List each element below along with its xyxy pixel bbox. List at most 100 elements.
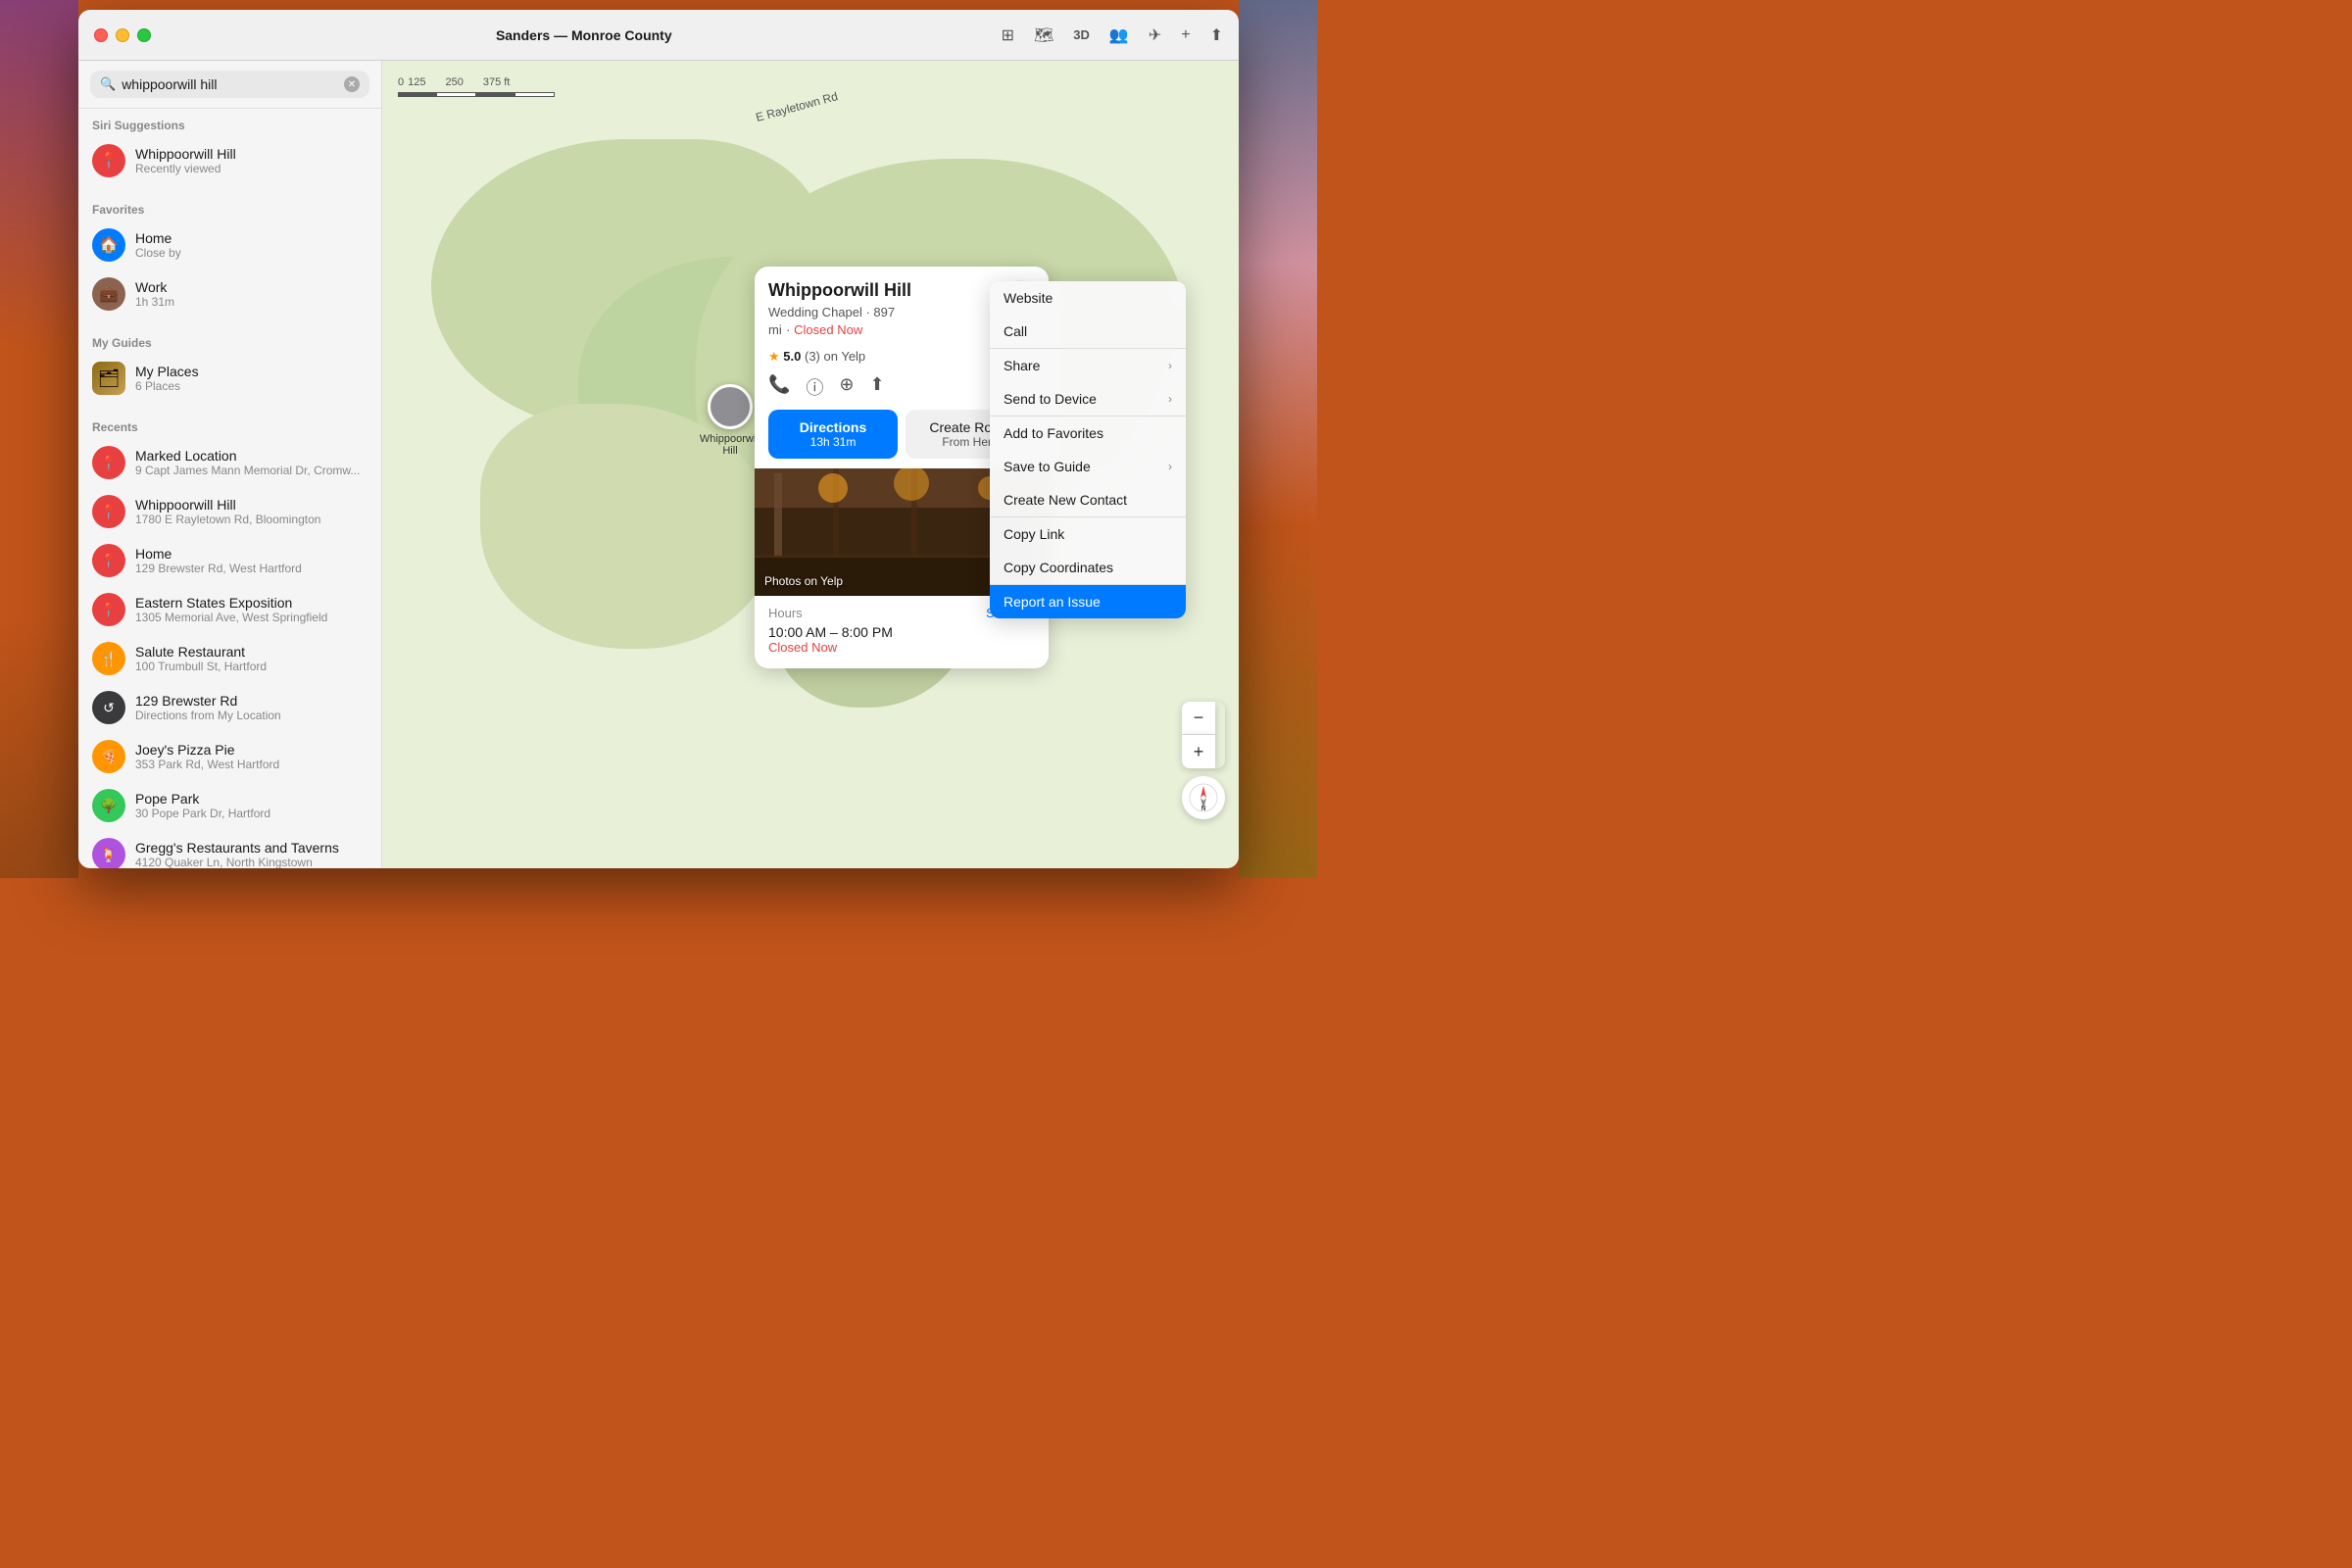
- menu-item-new-contact[interactable]: Create New Contact: [990, 483, 1186, 516]
- menu-label-share: Share: [1004, 358, 1040, 373]
- menu-item-copy-link[interactable]: Copy Link: [990, 517, 1186, 551]
- item-text: My Places 6 Places: [135, 364, 368, 393]
- map-area[interactable]: 0 125 250 375 ft E Rayletown Rd: [382, 61, 1239, 868]
- item-icon-pin: 📍: [92, 544, 125, 577]
- close-button[interactable]: [94, 28, 108, 42]
- rating-source: on Yelp: [824, 349, 866, 364]
- minimize-button[interactable]: [116, 28, 129, 42]
- item-sub: Recently viewed: [135, 162, 368, 175]
- item-icon-places: 🗂: [92, 362, 125, 395]
- list-item[interactable]: 🍕 Joey's Pizza Pie 353 Park Rd, West Har…: [78, 732, 381, 781]
- list-item[interactable]: 🏠 Home Close by: [78, 220, 381, 270]
- item-name: Gregg's Restaurants and Taverns: [135, 840, 368, 856]
- item-sub: 1305 Memorial Ave, West Springfield: [135, 611, 368, 624]
- list-item[interactable]: 🌳 Pope Park 30 Pope Park Dr, Hartford: [78, 781, 381, 830]
- share-action-icon[interactable]: ⬆: [870, 374, 885, 400]
- item-text: Salute Restaurant 100 Trumbull St, Hartf…: [135, 644, 368, 673]
- item-icon-work: 💼: [92, 277, 125, 311]
- menu-item-copy-coordinates[interactable]: Copy Coordinates: [990, 551, 1186, 584]
- rating-count: (3): [805, 349, 820, 364]
- map-controls: − + N: [1182, 702, 1225, 819]
- guide-arrow-icon: ›: [1168, 460, 1172, 473]
- item-name: My Places: [135, 364, 368, 379]
- maximize-button[interactable]: [137, 28, 151, 42]
- scale-seg-3: [476, 92, 514, 97]
- zoom-controls: − +: [1182, 702, 1225, 768]
- item-name: Work: [135, 279, 368, 295]
- favorites-label: Favorites: [78, 193, 381, 220]
- item-icon-route: ↺: [92, 691, 125, 724]
- list-item[interactable]: 📍 Whippoorwill Hill Recently viewed: [78, 136, 381, 185]
- item-icon-restaurant: 🍹: [92, 838, 125, 868]
- directions-content: Directions 13h 31m: [800, 419, 866, 449]
- people-icon[interactable]: 👥: [1109, 25, 1129, 45]
- list-item[interactable]: 📍 Eastern States Exposition 1305 Memoria…: [78, 585, 381, 634]
- info-icon[interactable]: ⓘ: [806, 374, 823, 400]
- scale-125: 125: [408, 76, 425, 88]
- zoom-in-button[interactable]: +: [1182, 735, 1215, 768]
- menu-label-website: Website: [1004, 290, 1053, 306]
- map-background: 0 125 250 375 ft E Rayletown Rd: [382, 61, 1239, 868]
- item-text: Home 129 Brewster Rd, West Hartford: [135, 546, 368, 575]
- item-text: Eastern States Exposition 1305 Memorial …: [135, 595, 368, 624]
- menu-item-call[interactable]: Call: [990, 315, 1186, 348]
- search-input[interactable]: [122, 76, 338, 92]
- scale-bar: 0 125 250 375 ft: [398, 76, 555, 97]
- item-sub: 9 Capt James Mann Memorial Dr, Cromw...: [135, 464, 368, 477]
- 3d-button[interactable]: 3D: [1073, 27, 1090, 42]
- clear-button[interactable]: ✕: [344, 76, 360, 92]
- zoom-out-button[interactable]: −: [1182, 702, 1215, 735]
- list-item[interactable]: 📍 Home 129 Brewster Rd, West Hartford: [78, 536, 381, 585]
- menu-label-copy-coords: Copy Coordinates: [1004, 560, 1113, 575]
- add-icon[interactable]: ⊕: [839, 374, 854, 400]
- photo-label: Photos on Yelp: [764, 574, 843, 588]
- list-item[interactable]: 📍 Marked Location 9 Capt James Mann Memo…: [78, 438, 381, 487]
- list-item[interactable]: 🗂 My Places 6 Places: [78, 354, 381, 403]
- menu-label-copy-link: Copy Link: [1004, 526, 1064, 542]
- menu-label-send: Send to Device: [1004, 391, 1097, 407]
- search-box: 🔍 ✕: [90, 71, 369, 98]
- list-item[interactable]: 🍹 Gregg's Restaurants and Taverns 4120 Q…: [78, 830, 381, 868]
- item-name: Marked Location: [135, 448, 368, 464]
- item-name: Salute Restaurant: [135, 644, 368, 660]
- context-menu: Website Call Share › Send to Device ›: [990, 281, 1186, 618]
- item-sub: 1h 31m: [135, 295, 368, 309]
- list-item[interactable]: ↺ 129 Brewster Rd Directions from My Loc…: [78, 683, 381, 732]
- list-item[interactable]: 📍 Whippoorwill Hill 1780 E Rayletown Rd,…: [78, 487, 381, 536]
- compass-button[interactable]: N: [1182, 776, 1225, 819]
- place-type: Wedding Chapel · 897: [768, 305, 895, 319]
- item-sub: 4120 Quaker Ln, North Kingstown: [135, 856, 368, 868]
- call-icon[interactable]: 📞: [768, 374, 790, 400]
- directions-button[interactable]: Directions 13h 31m: [768, 410, 898, 459]
- item-name: Whippoorwill Hill: [135, 146, 368, 162]
- titlebar: Sanders — Monroe County ⊞ 🗺 3D 👥 ✈ + ⬆: [78, 10, 1239, 61]
- hours-label: Hours: [768, 606, 803, 620]
- menu-item-share[interactable]: Share ›: [990, 349, 1186, 382]
- star-icon: ★: [768, 349, 780, 364]
- menu-item-website[interactable]: Website: [990, 281, 1186, 315]
- menu-item-send-device[interactable]: Send to Device ›: [990, 382, 1186, 416]
- list-item[interactable]: 🍴 Salute Restaurant 100 Trumbull St, Har…: [78, 634, 381, 683]
- search-area: 🔍 ✕: [78, 61, 381, 109]
- sidebar-toggle-icon[interactable]: ⊞: [1002, 25, 1014, 45]
- item-name: Pope Park: [135, 791, 368, 807]
- item-text: Work 1h 31m: [135, 279, 368, 309]
- item-text: Home Close by: [135, 230, 368, 260]
- item-icon-food: 🍴: [92, 642, 125, 675]
- share-icon[interactable]: ⬆: [1210, 25, 1223, 45]
- map-view-icon[interactable]: 🗺: [1034, 25, 1054, 45]
- window-title: Sanders — Monroe County: [167, 27, 1002, 43]
- list-item[interactable]: 💼 Work 1h 31m: [78, 270, 381, 318]
- send-arrow-icon: ›: [1168, 392, 1172, 406]
- menu-item-report[interactable]: Report an Issue: [990, 585, 1186, 618]
- location-icon[interactable]: ✈: [1149, 25, 1161, 45]
- add-icon[interactable]: +: [1181, 26, 1190, 44]
- menu-label-contact: Create New Contact: [1004, 492, 1127, 508]
- menu-item-save-guide[interactable]: Save to Guide ›: [990, 450, 1186, 483]
- item-text: 129 Brewster Rd Directions from My Locat…: [135, 693, 368, 722]
- search-icon: 🔍: [100, 76, 116, 92]
- menu-item-add-favorites[interactable]: Add to Favorites: [990, 416, 1186, 450]
- recents-label: Recents: [78, 411, 381, 438]
- place-info: Whippoorwill Hill Wedding Chapel · 897 m…: [768, 280, 911, 339]
- place-distance: mi: [768, 322, 782, 337]
